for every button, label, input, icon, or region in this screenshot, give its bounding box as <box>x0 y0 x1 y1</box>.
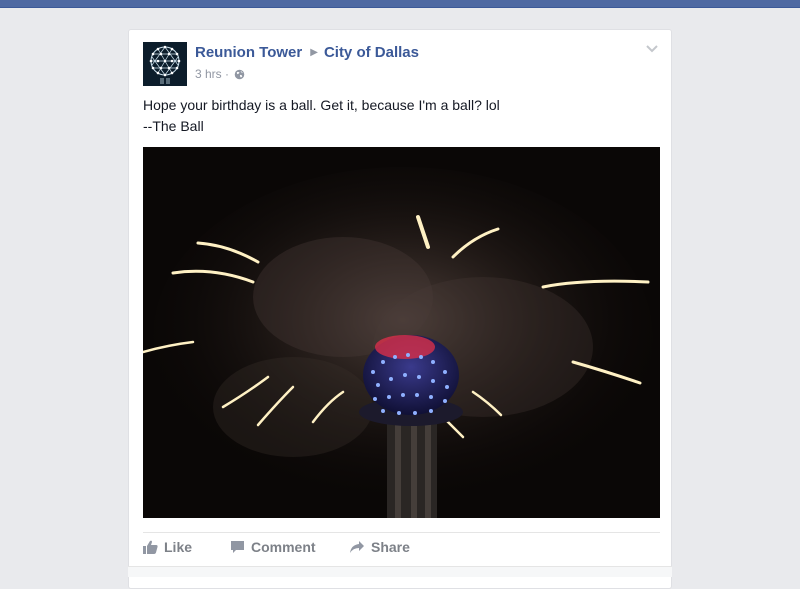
page-name-link[interactable]: Reunion Tower <box>195 44 302 61</box>
post-footer-strip <box>128 566 672 577</box>
comment-button[interactable]: Comment <box>230 539 316 555</box>
post-message: Hope your birthday is a ball. Get it, be… <box>143 95 653 137</box>
meta-separator: · <box>225 67 230 81</box>
post-photo[interactable] <box>143 147 660 518</box>
actions-divider <box>143 532 660 533</box>
thumbs-up-icon <box>143 540 158 554</box>
globe-icon[interactable] <box>234 69 245 80</box>
top-navigation-bar <box>0 0 800 8</box>
chevron-down-icon[interactable] <box>645 44 659 54</box>
fireworks-tower-image <box>143 147 660 518</box>
like-label: Like <box>164 539 193 555</box>
share-button[interactable]: Share <box>349 539 410 555</box>
like-button[interactable]: Like <box>143 539 192 555</box>
share-label: Share <box>371 539 410 555</box>
comment-bubble-icon <box>231 541 244 553</box>
post-timestamp[interactable]: 3 hrs <box>195 67 222 81</box>
page-avatar[interactable] <box>143 42 187 86</box>
post-message-line-2: --The Ball <box>143 118 204 134</box>
target-page-link[interactable]: City of Dallas <box>324 44 419 61</box>
post-meta: 3 hrs · <box>195 67 245 81</box>
share-arrow-icon <box>350 541 364 553</box>
post-header: Reunion Tower ▶ City of Dallas <box>195 44 419 61</box>
comment-label: Comment <box>251 539 316 555</box>
feed-post: Reunion Tower ▶ City of Dallas 3 hrs · Hop… <box>128 29 672 589</box>
reunion-tower-logo <box>143 42 187 86</box>
triangle-right-icon: ▶ <box>310 47 318 58</box>
post-message-line-1: Hope your birthday is a ball. Get it, be… <box>143 97 500 113</box>
